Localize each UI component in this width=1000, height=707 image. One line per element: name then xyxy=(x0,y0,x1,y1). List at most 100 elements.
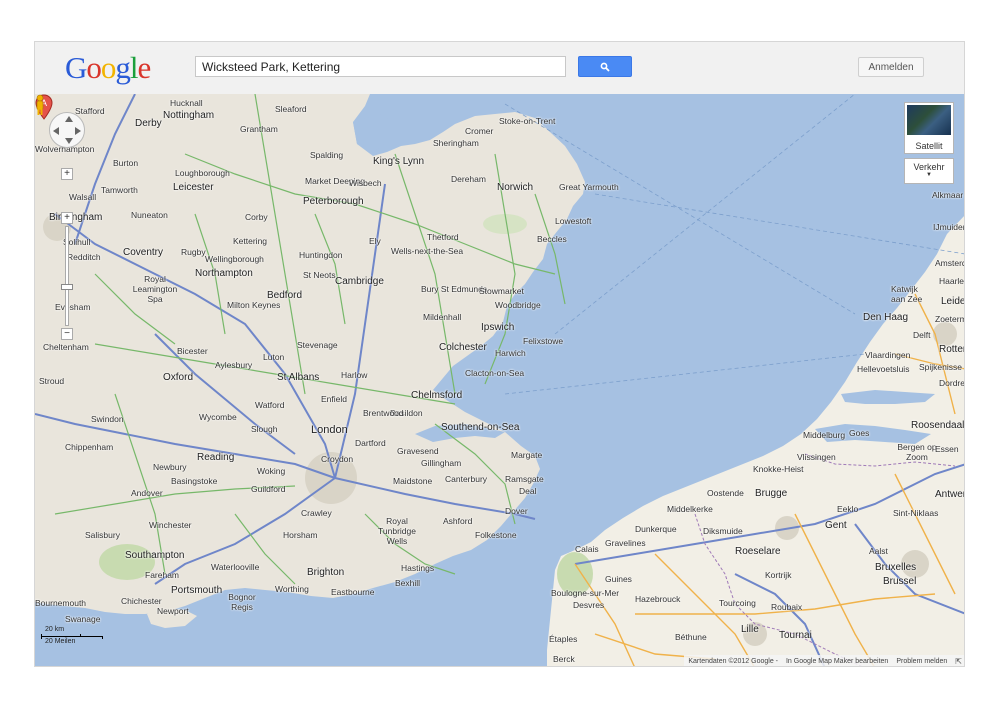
place-label: Norwich xyxy=(497,182,534,193)
place-label: Bournemouth xyxy=(35,598,87,608)
place-label: Katwijk aan Zee xyxy=(891,284,923,304)
place-label: Hucknall xyxy=(170,98,203,108)
zoom-in-small-button[interactable]: + xyxy=(61,212,73,224)
place-label: Corby xyxy=(245,212,268,222)
place-label: Brentwood xyxy=(363,408,404,418)
place-label: Chippenham xyxy=(65,442,114,452)
place-label: Brighton xyxy=(307,567,345,578)
place-label: Gent xyxy=(825,520,847,531)
place-label: Ely xyxy=(369,236,381,246)
place-label: Tourcoing xyxy=(719,598,756,608)
place-label: Evesham xyxy=(55,302,91,312)
place-label: King's Lynn xyxy=(373,156,425,167)
zoom-out-button[interactable]: − xyxy=(61,328,73,340)
place-label: Essen xyxy=(935,444,959,454)
place-label: Croydon xyxy=(321,454,354,464)
mapmaker-link[interactable]: In Google Map Maker bearbeiten xyxy=(786,658,888,665)
place-label: Spalding xyxy=(310,150,344,160)
place-label: Bicester xyxy=(177,346,208,356)
logo-letter: g xyxy=(115,50,130,85)
logo-letter: G xyxy=(65,50,87,85)
zoom-track[interactable] xyxy=(65,226,69,326)
zoom-in-button[interactable]: + xyxy=(61,168,73,180)
place-label: Lille xyxy=(741,624,759,635)
place-label: Cambridge xyxy=(335,276,384,287)
place-label: Alkmaar xyxy=(932,190,964,200)
satellite-thumbnail xyxy=(907,105,951,135)
chevron-down-icon: ▼ xyxy=(926,172,932,178)
place-label: Chichester xyxy=(121,596,162,606)
search-input[interactable] xyxy=(195,56,566,77)
place-label: Margate xyxy=(511,450,543,460)
map-canvas[interactable]: Hucknall Sleaford Nottingham Derby Grant… xyxy=(35,94,965,666)
place-label: Middelburg xyxy=(803,430,846,440)
place-label: Cheltenham xyxy=(43,342,89,352)
logo-letter: o xyxy=(100,50,116,85)
place-label: Lowestoft xyxy=(555,216,592,226)
place-label: Bergen op Zoom xyxy=(897,442,937,462)
place-label: Milton Keynes xyxy=(227,300,281,310)
pan-left-icon[interactable] xyxy=(53,127,59,135)
pegman-icon[interactable] xyxy=(35,94,45,116)
place-label: Crawley xyxy=(301,508,332,518)
logo-letter: l xyxy=(129,50,139,85)
google-logo[interactable]: Google xyxy=(65,50,151,85)
place-label: Leiden xyxy=(941,296,965,307)
traffic-label: Verkehr xyxy=(913,162,945,172)
pan-right-icon[interactable] xyxy=(75,127,81,135)
place-label: Woking xyxy=(257,466,286,476)
place-label: Gravelines xyxy=(605,538,646,548)
place-label: Bedford xyxy=(267,290,303,301)
logo-letter: o xyxy=(86,50,101,85)
expand-icon[interactable]: ⇱ xyxy=(955,657,962,666)
place-label: Vlaardingen xyxy=(865,350,911,360)
place-label: Birmingham xyxy=(49,212,103,223)
place-label: Tournai xyxy=(779,630,812,641)
place-label: Harwich xyxy=(495,348,526,358)
place-label: Diksmuide xyxy=(703,526,743,536)
place-label: Dover xyxy=(505,506,528,516)
place-label: Slough xyxy=(251,424,278,434)
place-label: Den Haag xyxy=(863,312,909,323)
place-label: Knokke-Heist xyxy=(753,464,804,474)
place-label: Stevenage xyxy=(297,340,338,350)
place-label: Newport xyxy=(157,606,189,616)
place-label: Guines xyxy=(605,574,632,584)
place-label: Folkestone xyxy=(475,530,517,540)
satellite-toggle[interactable]: Satellit xyxy=(904,102,954,154)
place-label: Canterbury xyxy=(445,474,488,484)
place-label: Wisbech xyxy=(349,178,382,188)
traffic-toggle[interactable]: Verkehr ▼ xyxy=(904,158,954,184)
place-label: Redditch xyxy=(67,252,101,262)
place-label: Eastbourne xyxy=(331,587,375,597)
scale-miles-label: 20 Meilen xyxy=(45,638,76,645)
place-label: Leicester xyxy=(173,182,214,193)
scale-bar: 20 km 20 Meilen xyxy=(41,625,109,649)
place-label: Eeklo xyxy=(837,504,859,514)
zoom-handle[interactable] xyxy=(61,284,73,290)
place-label: Goes xyxy=(849,428,870,438)
place-label: Newbury xyxy=(153,462,187,472)
pan-control[interactable] xyxy=(49,112,85,148)
place-label: Royal Leamington Spa xyxy=(132,274,178,304)
place-label: Wellingborough xyxy=(205,254,264,264)
report-problem-link[interactable]: Problem melden xyxy=(896,658,947,665)
place-label: Stoke-on-Trent xyxy=(499,116,556,126)
pan-up-icon[interactable] xyxy=(65,116,73,122)
place-label: Kettering xyxy=(233,236,268,246)
place-label: Aalst xyxy=(869,546,888,556)
place-label: Salisbury xyxy=(85,530,120,540)
pan-down-icon[interactable] xyxy=(65,138,73,144)
search-button[interactable] xyxy=(578,56,632,77)
place-label: Harlow xyxy=(341,370,368,380)
place-label: Nuneaton xyxy=(131,210,168,220)
place-label: Bognor Regis xyxy=(228,592,256,612)
place-label: Basingstoke xyxy=(171,476,218,486)
place-label: Felixstowe xyxy=(523,336,564,346)
place-label: Dordrecht xyxy=(939,378,965,388)
place-label: Bexhill xyxy=(395,578,421,588)
scale-km-label: 20 km xyxy=(45,626,65,633)
signin-button[interactable]: Anmelden xyxy=(858,57,924,77)
place-label: Worthing xyxy=(275,584,309,594)
place-label: Swanage xyxy=(65,614,101,624)
